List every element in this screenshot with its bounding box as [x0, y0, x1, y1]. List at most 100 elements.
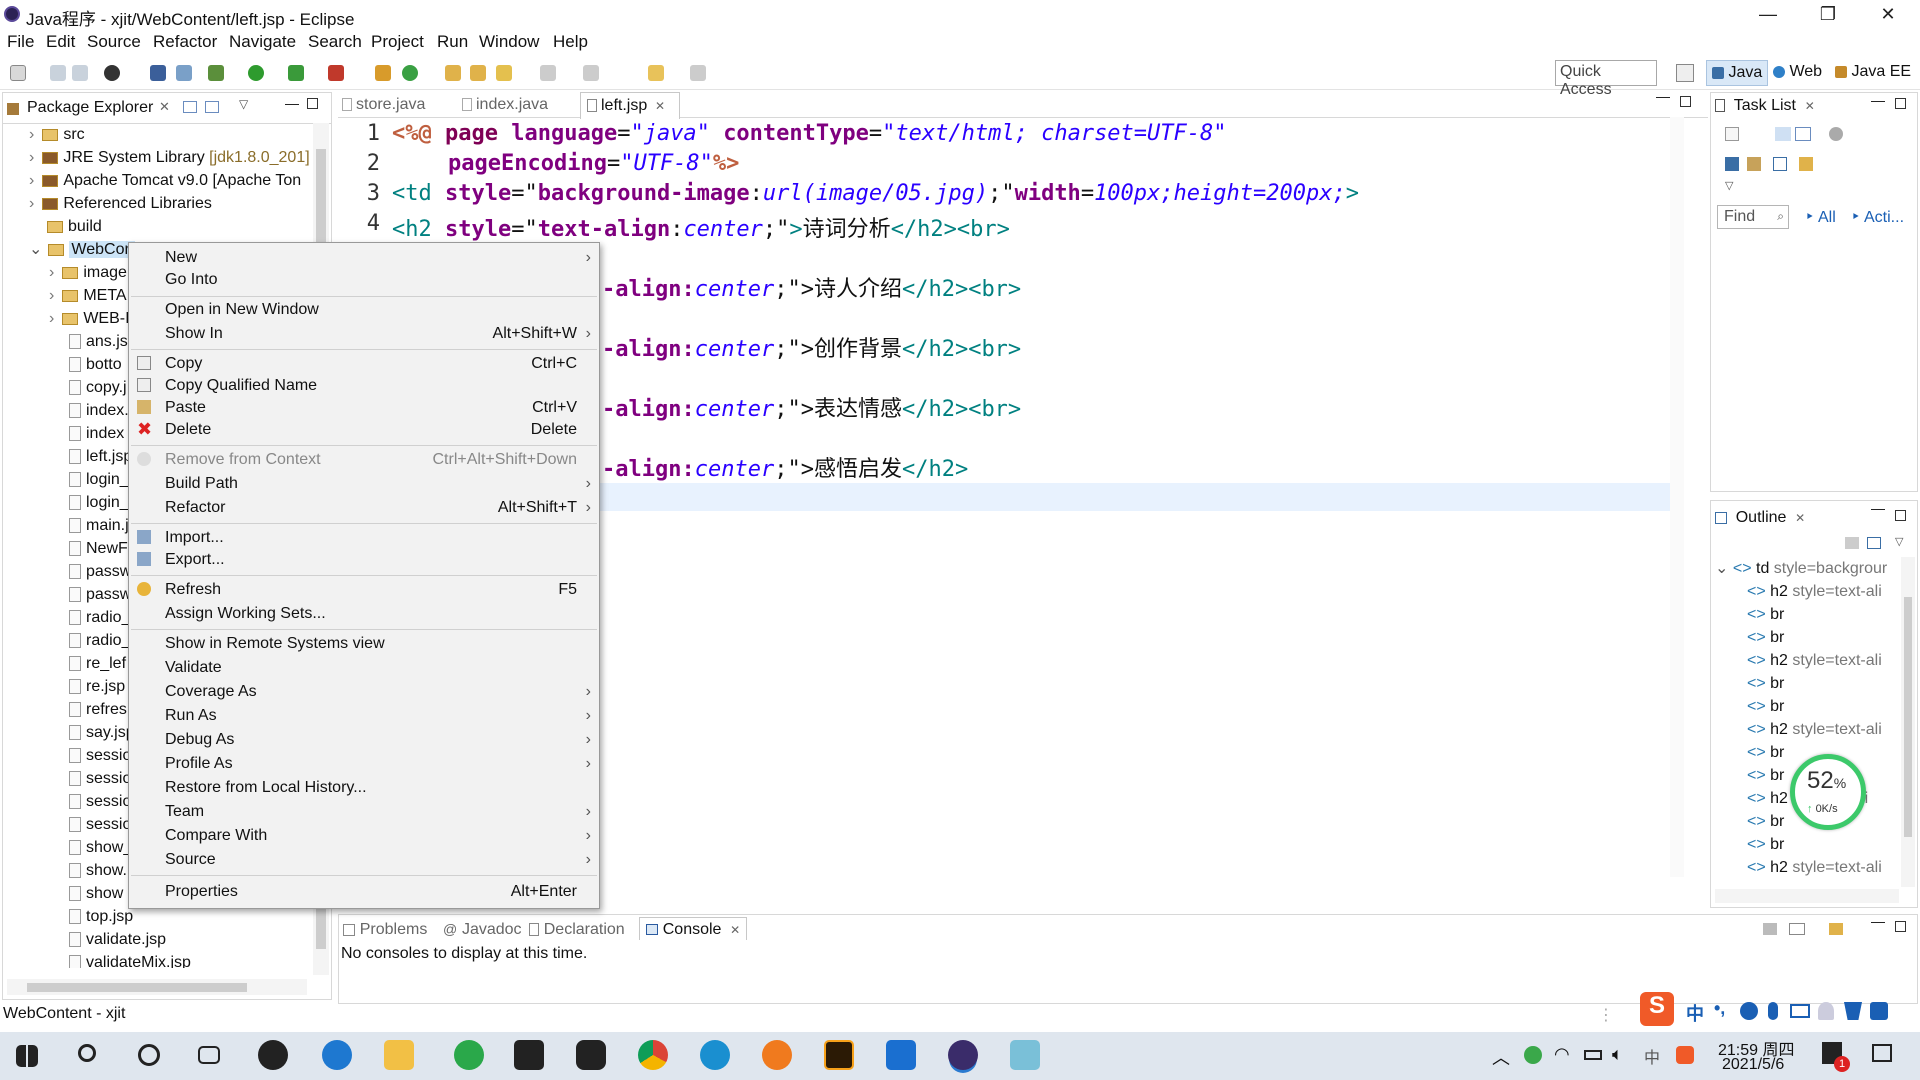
menu-item-properties[interactable]: Properties Alt+Enter — [129, 881, 599, 903]
menu-item-export[interactable]: Export... — [129, 549, 599, 571]
menu-item-restore-local-history[interactable]: Restore from Local History... — [129, 777, 599, 799]
horizontal-scrollbar[interactable] — [7, 979, 307, 995]
minimize-editor-icon[interactable]: — — [1656, 88, 1670, 104]
menu-project[interactable]: Project — [371, 32, 424, 52]
debug-icon[interactable] — [208, 65, 224, 81]
menu-item-profile-as[interactable]: Profile As › — [129, 753, 599, 775]
scroll-thumb[interactable] — [27, 983, 247, 992]
open-console-icon[interactable] — [1829, 923, 1843, 935]
tree-item-build[interactable]: build — [3, 215, 313, 238]
prev-annotation-icon[interactable] — [583, 65, 599, 81]
outline-item[interactable]: <> h2 style=text-ali — [1715, 580, 1899, 603]
eclipse-icon[interactable] — [948, 1040, 978, 1070]
coverage-icon[interactable] — [288, 65, 304, 81]
menu-item-validate[interactable]: Validate — [129, 657, 599, 679]
display-console-icon[interactable] — [1789, 923, 1805, 935]
ime-mode-chinese[interactable]: 中 — [1686, 1000, 1704, 1026]
close-icon[interactable]: ✕ — [730, 923, 740, 937]
pin-console-icon[interactable] — [1763, 923, 1777, 935]
outline-item[interactable]: <> br — [1715, 626, 1899, 649]
outline-horizontal-scrollbar[interactable] — [1715, 889, 1899, 903]
tab-left-jsp[interactable]: left.jsp ✕ — [580, 92, 680, 119]
maximize-view-icon[interactable] — [1895, 98, 1906, 109]
collapse-all-icon[interactable] — [183, 101, 197, 113]
notepad-icon[interactable] — [1010, 1040, 1040, 1070]
perspective-java-ee[interactable]: Java EE — [1830, 60, 1916, 86]
menu-item-debug-as[interactable]: Debug As › — [129, 729, 599, 751]
skin-icon[interactable] — [1844, 1002, 1862, 1020]
focus-icon[interactable] — [1829, 127, 1843, 141]
chrome-icon[interactable] — [638, 1040, 668, 1070]
scroll-thumb[interactable] — [1904, 597, 1912, 837]
tree-item-referenced-libraries[interactable]: › Referenced Libraries — [3, 192, 313, 215]
menu-item-go-into[interactable]: Go Into — [129, 269, 599, 291]
new-server-icon[interactable] — [375, 65, 391, 81]
menu-help[interactable]: Help — [553, 32, 588, 52]
next-annotation-icon[interactable] — [540, 65, 556, 81]
new-class-icon[interactable] — [402, 65, 418, 81]
minimize-button[interactable]: — — [1740, 0, 1796, 30]
tray-360-icon[interactable] — [1524, 1046, 1542, 1064]
terminal-icon[interactable] — [150, 65, 166, 81]
menu-item-show-in[interactable]: Show In Alt+Shift+W › — [129, 323, 599, 345]
maximize-view-icon[interactable] — [1895, 921, 1906, 932]
menu-file[interactable]: File — [7, 32, 34, 52]
tab-declaration[interactable]: Declaration — [529, 919, 625, 939]
tab-javadoc[interactable]: @ Javadoc — [443, 919, 522, 939]
phone-app-icon[interactable] — [886, 1040, 916, 1070]
menu-item-source[interactable]: Source › — [129, 849, 599, 871]
open-perspective-icon[interactable] — [1676, 64, 1694, 82]
menu-item-coverage-as[interactable]: Coverage As › — [129, 681, 599, 703]
menu-refactor[interactable]: Refactor — [153, 32, 217, 52]
link-editor-icon[interactable] — [205, 101, 219, 113]
tree-item-src[interactable]: › src — [3, 123, 313, 146]
user-icon[interactable] — [1818, 1002, 1834, 1020]
menu-item-copy-qualified-name[interactable]: Copy Qualified Name — [129, 375, 599, 397]
menu-item-paste[interactable]: Paste Ctrl+V — [129, 397, 599, 419]
voice-icon[interactable] — [1768, 1002, 1778, 1020]
view-menu-icon[interactable]: ▽ — [1725, 179, 1733, 192]
clock-date[interactable]: 2021/5/6 — [1722, 1056, 1784, 1074]
outline-root[interactable]: ⌄ <> td style=backgrour — [1715, 557, 1899, 580]
menu-item-assign-working-sets[interactable]: Assign Working Sets... — [129, 603, 599, 625]
sogou-tray-icon[interactable] — [1676, 1046, 1694, 1064]
back-icon[interactable] — [648, 65, 664, 81]
illustrator-icon[interactable] — [824, 1040, 854, 1070]
action-center-icon[interactable] — [1872, 1044, 1892, 1062]
ie-icon[interactable] — [322, 1040, 352, 1070]
filter-all-link[interactable]: ‣ All — [1805, 207, 1836, 227]
menu-source[interactable]: Source — [87, 32, 141, 52]
terminal-icon[interactable] — [514, 1040, 544, 1070]
outline-tab[interactable]: Outline ✕ — [1715, 507, 1805, 531]
search-icon[interactable] — [496, 65, 512, 81]
outline-vertical-scrollbar[interactable] — [1901, 557, 1915, 887]
new-icon[interactable] — [10, 65, 26, 81]
emoji-icon[interactable] — [1740, 1002, 1758, 1020]
tab-store-java[interactable]: store.java — [342, 94, 452, 118]
filter-activate-link[interactable]: ‣ Acti... — [1851, 207, 1904, 227]
outline-item[interactable]: <> br — [1715, 603, 1899, 626]
tree-item-tomcat[interactable]: › Apache Tomcat v9.0 [Apache Ton — [3, 169, 313, 192]
menu-item-show-remote-systems[interactable]: Show in Remote Systems view — [129, 633, 599, 655]
battery-icon[interactable] — [1584, 1050, 1602, 1060]
screen-recorder-icon[interactable] — [576, 1040, 606, 1070]
outline-item[interactable]: <> br — [1715, 672, 1899, 695]
menu-item-delete[interactable]: ✖ Delete Delete — [129, 419, 599, 441]
task-view-icon[interactable] — [198, 1046, 220, 1064]
collapse-icon[interactable] — [1773, 157, 1787, 171]
wifi-icon[interactable]: ◠ — [1554, 1044, 1570, 1065]
app-icon[interactable] — [258, 1040, 288, 1070]
hide-completed-icon[interactable] — [1725, 157, 1739, 171]
tree-item-file[interactable]: validate.jsp — [3, 928, 313, 951]
sync-icon[interactable] — [1747, 157, 1761, 171]
view-menu-icon[interactable]: ▽ — [239, 97, 248, 111]
find-input[interactable]: Find ⌕ — [1717, 205, 1789, 229]
view-menu-icon[interactable]: ▽ — [1895, 535, 1903, 548]
edge-icon[interactable] — [700, 1040, 730, 1070]
menu-item-team[interactable]: Team › — [129, 801, 599, 823]
close-icon[interactable]: ✕ — [159, 99, 170, 115]
profile-icon[interactable] — [104, 65, 120, 81]
search-icon[interactable] — [78, 1044, 96, 1062]
menu-item-run-as[interactable]: Run As › — [129, 705, 599, 727]
maximize-view-icon[interactable] — [1895, 510, 1906, 521]
